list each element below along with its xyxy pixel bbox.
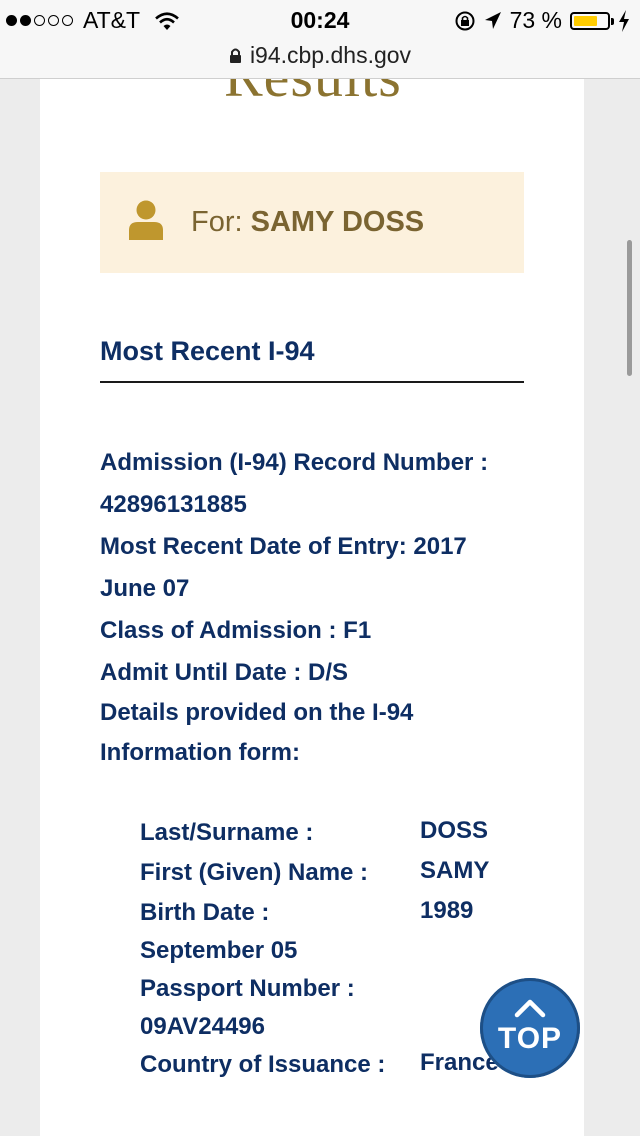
surname-label: Last/Surname :	[140, 819, 314, 846]
person-icon	[129, 200, 163, 240]
status-right: 73 %	[454, 7, 630, 34]
given-name-value: SAMY	[420, 857, 490, 884]
for-label: For:	[191, 206, 243, 238]
chevron-up-icon	[514, 999, 546, 1018]
surname-value: DOSS	[420, 817, 489, 844]
admit-until-row: Admit Until Date : D/S	[100, 659, 530, 687]
battery-fill	[574, 15, 598, 26]
for-text: For: SAMY DOSS	[191, 206, 424, 239]
entry-date-label: Most Recent Date of Entry:	[100, 533, 407, 560]
admit-until-value: D/S	[308, 659, 349, 686]
entry-date-year: 2017	[413, 533, 467, 560]
record-number-value: 42896131885	[100, 491, 247, 518]
lock-icon	[229, 48, 241, 63]
battery-percent: 73 %	[509, 7, 562, 33]
class-of-admission-value: F1	[343, 617, 372, 644]
birth-date-month-day: September 05	[140, 937, 298, 964]
class-of-admission-row: Class of Admission : F1	[100, 617, 530, 645]
address-bar[interactable]: i94.cbp.dhs.gov	[0, 40, 640, 79]
status-bar: AT&T 00:24 73 %	[0, 0, 640, 40]
back-to-top-label: TOP	[497, 1022, 563, 1055]
record-number-label: Admission (I-94) Record Number :	[100, 449, 489, 476]
details-heading-line-2: Information form:	[100, 739, 300, 766]
traveler-banner: For: SAMY DOSS	[100, 172, 524, 273]
rotation-lock-icon	[455, 11, 475, 30]
page-scrollbar[interactable]	[627, 240, 632, 376]
entry-date-row: Most Recent Date of Entry: 2017	[100, 533, 530, 561]
passport-number-value: 09AV24496	[140, 1013, 265, 1040]
class-of-admission-label: Class of Admission :	[100, 617, 337, 644]
battery-icon	[570, 11, 614, 30]
birth-date-year: 1989	[420, 897, 474, 924]
country-of-issuance-label: Country of Issuance :	[140, 1051, 386, 1078]
page-title: Results	[224, 79, 402, 110]
url-text[interactable]: i94.cbp.dhs.gov	[250, 42, 411, 69]
birth-date-label: Birth Date :	[140, 899, 270, 926]
results-card: Results For: SAMY DOSS Most Recent I-94 …	[40, 79, 584, 1136]
admit-until-label: Admit Until Date :	[100, 659, 302, 686]
details-heading-line-1: Details provided on the I-94	[100, 699, 414, 726]
back-to-top-button[interactable]: TOP	[480, 978, 580, 1078]
section-divider	[100, 381, 524, 383]
entry-date-month-day: June 07	[100, 575, 190, 602]
given-name-label: First (Given) Name :	[140, 859, 369, 886]
traveler-name: SAMY DOSS	[250, 206, 425, 238]
location-arrow-icon	[484, 11, 501, 29]
charging-bolt-icon	[619, 9, 629, 32]
section-title: Most Recent I-94	[100, 336, 315, 366]
passport-number-label: Passport Number :	[140, 975, 355, 1002]
